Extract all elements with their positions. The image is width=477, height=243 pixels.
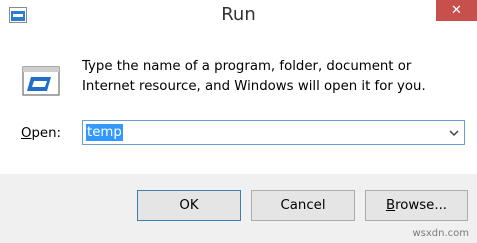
instructions-text: Type the name of a program, folder, docu… (82, 59, 426, 94)
run-program-icon (22, 66, 60, 96)
close-button[interactable]: ✕ (436, 0, 477, 21)
browse-label-rest: rowse... (395, 198, 448, 213)
browse-mnemonic: B (385, 198, 396, 213)
window-title: Run (221, 4, 256, 25)
cancel-button[interactable]: Cancel (251, 190, 355, 221)
open-label: Open: (21, 124, 61, 144)
open-label-rest: pen: (31, 126, 61, 141)
browse-button[interactable]: Browse... (365, 190, 468, 221)
chevron-down-icon[interactable] (448, 127, 460, 139)
open-input-value[interactable]: temp (86, 124, 123, 141)
watermark: wsxdn.com (412, 228, 469, 239)
open-label-mnemonic: O (21, 126, 32, 141)
ok-button[interactable]: OK (137, 190, 241, 221)
open-combobox[interactable]: temp (82, 120, 465, 145)
title-bar: Run ✕ (0, 0, 477, 32)
dialog-body: Type the name of a program, folder, docu… (0, 32, 477, 174)
